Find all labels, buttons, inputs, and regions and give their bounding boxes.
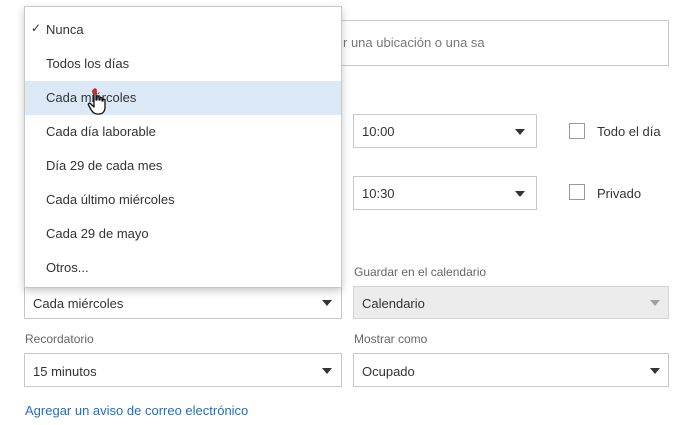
show-as-label: Mostrar como — [354, 332, 428, 346]
all-day-checkbox[interactable] — [569, 123, 585, 139]
menu-item-cada-miercoles[interactable]: Cada miércoles — [25, 81, 341, 115]
end-time-value: 10:30 — [362, 186, 395, 201]
end-time-dropdown[interactable]: 10:30 — [353, 176, 537, 210]
private-checkbox[interactable] — [569, 184, 585, 200]
location-placeholder: r una ubicación o una sa — [343, 35, 485, 50]
save-calendar-value: Calendario — [362, 296, 425, 311]
menu-item-otros[interactable]: Otros... — [25, 251, 341, 285]
reminder-dropdown[interactable]: 15 minutos — [24, 353, 342, 387]
menu-item-nunca[interactable]: ✓ Nunca — [25, 13, 341, 47]
repeat-value: Cada miércoles — [33, 296, 124, 311]
menu-item-todos-los-dias[interactable]: Todos los días — [25, 47, 341, 81]
chevron-down-icon — [650, 300, 660, 306]
menu-item-cada-ultimo-miercoles[interactable]: Cada último miércoles — [25, 183, 341, 217]
save-calendar-label: Guardar en el calendario — [354, 265, 487, 279]
show-as-dropdown[interactable]: Ocupado — [353, 353, 669, 387]
menu-item-label: Cada último miércoles — [46, 192, 175, 207]
checkmark-icon: ✓ — [31, 21, 42, 35]
menu-item-label: Todos los días — [46, 56, 130, 71]
save-calendar-dropdown: Calendario — [353, 286, 669, 319]
chevron-down-icon — [322, 300, 332, 306]
menu-item-label: Nunca — [46, 22, 84, 37]
repeat-menu: ✓ Nunca Todos los días Cada miércoles Ca… — [24, 6, 342, 288]
menu-item-cada-dia-laborable[interactable]: Cada día laborable — [25, 115, 341, 149]
menu-item-cada-29-mayo[interactable]: Cada 29 de mayo — [25, 217, 341, 251]
reminder-label: Recordatorio — [25, 332, 94, 346]
private-label: Privado — [597, 186, 642, 201]
chevron-down-icon — [322, 368, 332, 374]
chevron-down-icon — [650, 368, 660, 374]
hand-pointer-icon — [87, 88, 106, 115]
menu-item-dia-29-cada-mes[interactable]: Día 29 de cada mes — [25, 149, 341, 183]
start-time-value: 10:00 — [362, 124, 395, 139]
all-day-label: Todo el día — [597, 124, 661, 139]
menu-item-label: Cada día laborable — [46, 124, 156, 139]
menu-item-label: Otros... — [46, 260, 89, 275]
chevron-down-icon — [515, 191, 525, 197]
menu-item-label: Día 29 de cada mes — [46, 158, 163, 173]
show-as-value: Ocupado — [362, 364, 415, 379]
cursor-click-marker — [92, 89, 97, 94]
reminder-value: 15 minutos — [33, 364, 97, 379]
add-email-reminder-link[interactable]: Agregar un aviso de correo electrónico — [25, 403, 248, 418]
repeat-dropdown[interactable]: Cada miércoles — [24, 286, 342, 319]
menu-item-label: Cada 29 de mayo — [46, 226, 149, 241]
start-time-dropdown[interactable]: 10:00 — [353, 114, 537, 148]
chevron-down-icon — [515, 129, 525, 135]
